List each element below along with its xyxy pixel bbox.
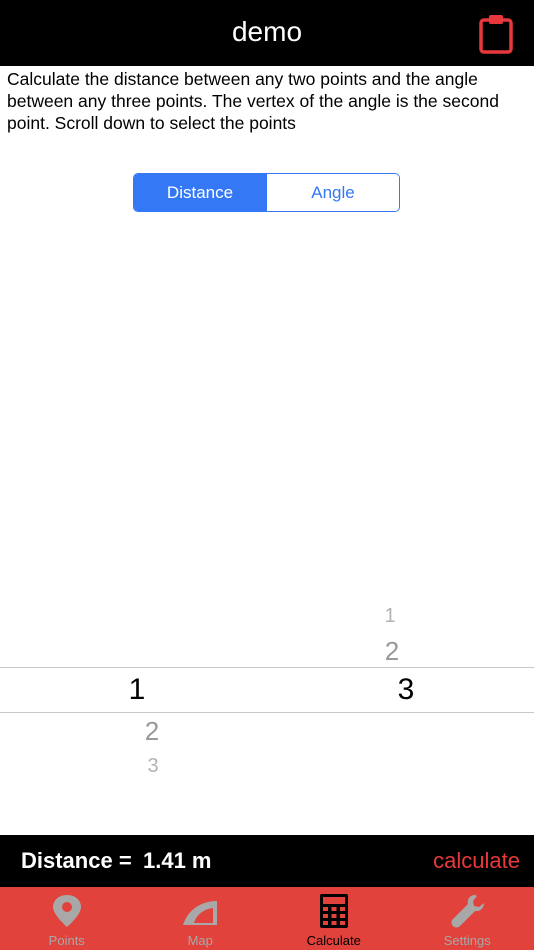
mode-segmented-control: Distance Angle	[133, 173, 400, 212]
tab-calculate[interactable]: Calculate	[267, 887, 401, 950]
result-value: 1.41 m	[143, 848, 212, 873]
picker-selection-top-line	[0, 667, 534, 668]
instructions-text: Calculate the distance between any two p…	[7, 69, 499, 133]
calculate-button[interactable]: calculate	[433, 848, 520, 874]
tab-label: Map	[187, 933, 213, 948]
tab-points[interactable]: Points	[0, 887, 134, 950]
picker-left-selected[interactable]: 1	[107, 673, 167, 707]
tab-label: Settings	[443, 933, 491, 948]
result-label: Distance =	[21, 848, 132, 873]
tab-bar: Points Map Calculate Settings	[0, 887, 534, 950]
picker-selection-bottom-line	[0, 712, 534, 713]
result-bar: Distance = 1.41 m calculate	[0, 835, 534, 887]
picker-right-option[interactable]: 1	[360, 605, 420, 628]
picker-left-option[interactable]: 3	[123, 755, 183, 778]
tab-settings[interactable]: Settings	[401, 887, 534, 950]
calculator-icon	[319, 894, 348, 928]
page-title: demo	[231, 16, 303, 47]
picker-right-selected[interactable]: 3	[376, 673, 436, 707]
map-pin-icon	[52, 895, 81, 927]
segment-angle[interactable]: Angle	[266, 174, 399, 211]
segment-distance[interactable]: Distance	[134, 174, 266, 211]
protractor-icon	[183, 901, 218, 925]
tab-label: Points	[48, 933, 85, 948]
picker-right-option[interactable]: 2	[362, 636, 422, 667]
wrench-icon	[451, 895, 485, 928]
tab-map[interactable]: Map	[134, 887, 268, 950]
picker-left-option[interactable]: 2	[122, 716, 182, 747]
tab-label: Calculate	[306, 933, 361, 948]
clipboard-icon	[479, 15, 513, 54]
clipboard-button[interactable]	[476, 12, 516, 54]
navigation-bar: demo	[0, 0, 534, 66]
